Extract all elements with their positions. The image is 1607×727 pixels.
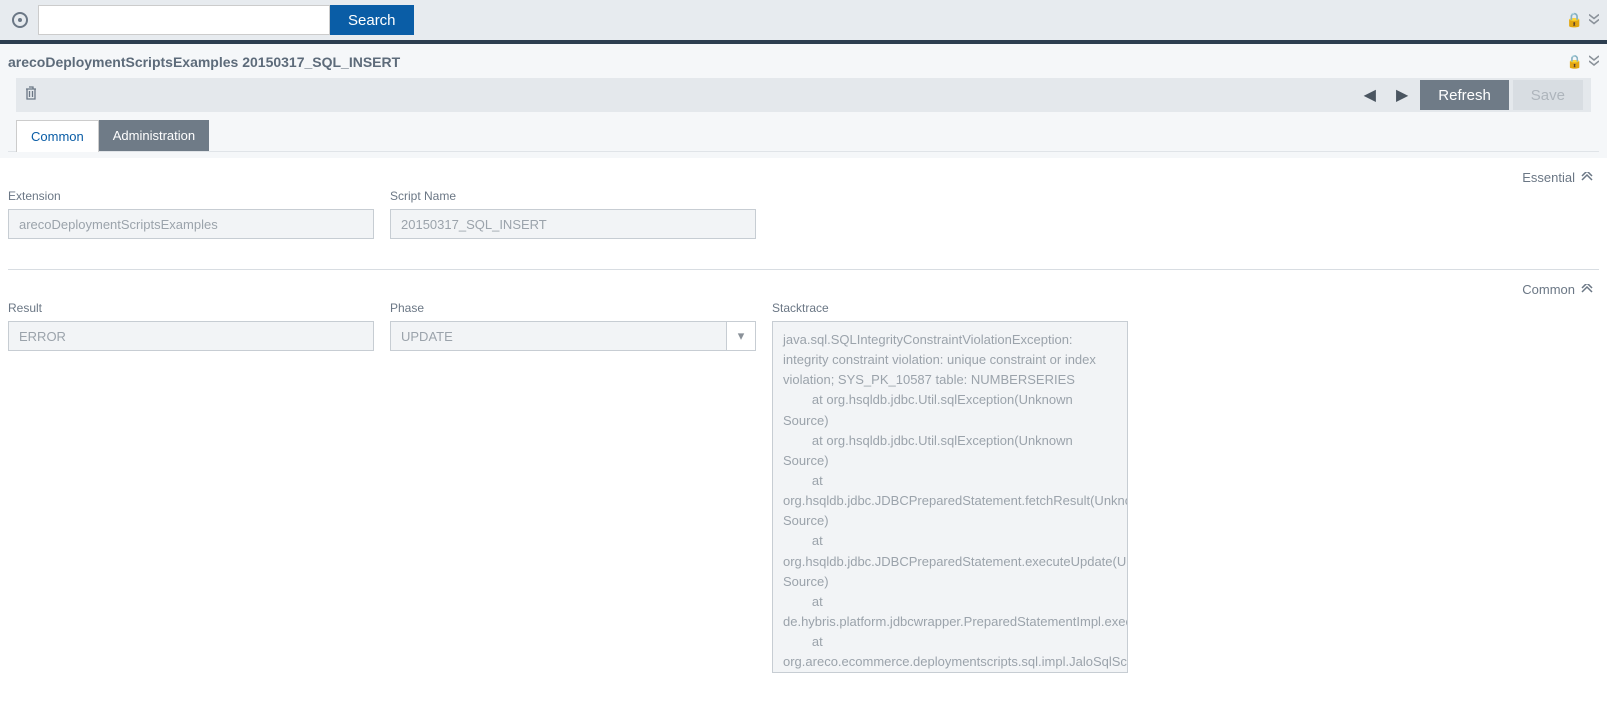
script-name-field[interactable] xyxy=(390,209,756,239)
stacktrace-field-group: Stacktrace java.sql.SQLIntegrityConstrai… xyxy=(772,301,1138,673)
phase-dropdown[interactable]: ▾ xyxy=(390,321,756,351)
phase-label: Phase xyxy=(390,301,756,315)
save-button: Save xyxy=(1513,80,1583,110)
extension-label: Extension xyxy=(8,189,374,203)
section-title-common: Common xyxy=(1522,282,1575,297)
divider xyxy=(8,269,1599,270)
toolbar-right: ◀ ▶ Refresh Save xyxy=(1356,80,1583,110)
section-header-common: Common xyxy=(8,282,1599,297)
extension-field[interactable] xyxy=(8,209,374,239)
section-header-essential: Essential xyxy=(8,170,1599,185)
essential-row: Extension Script Name xyxy=(8,189,1599,239)
collapse-icon[interactable] xyxy=(1581,170,1593,185)
tab-administration[interactable]: Administration xyxy=(99,120,209,151)
sub-header: arecoDeploymentScriptsExamples 20150317_… xyxy=(0,44,1607,158)
content: Essential Extension Script Name Common R… xyxy=(0,158,1607,685)
result-field[interactable] xyxy=(8,321,374,351)
toolbar: ◀ ▶ Refresh Save xyxy=(16,78,1591,112)
app-logo-icon[interactable] xyxy=(8,8,32,32)
trash-icon[interactable] xyxy=(24,85,38,106)
refresh-button[interactable]: Refresh xyxy=(1420,80,1509,110)
search-button[interactable]: Search xyxy=(330,5,414,35)
page-title: arecoDeploymentScriptsExamples 20150317_… xyxy=(8,54,1599,70)
toolbar-left xyxy=(24,85,38,106)
expand-icon[interactable] xyxy=(1589,54,1599,70)
script-name-field-group: Script Name xyxy=(390,189,756,239)
tabs: Common Administration xyxy=(8,120,1599,152)
section-title-essential: Essential xyxy=(1522,170,1575,185)
script-name-label: Script Name xyxy=(390,189,756,203)
stacktrace-field[interactable]: java.sql.SQLIntegrityConstraintViolation… xyxy=(772,321,1128,673)
phase-field-group: Phase ▾ xyxy=(390,301,756,673)
result-label: Result xyxy=(8,301,374,315)
common-row: Result Phase ▾ Stacktrace java.sql.SQLIn… xyxy=(8,301,1599,673)
extension-field-group: Extension xyxy=(8,189,374,239)
subheader-right-icons: 🔒 xyxy=(1567,54,1599,70)
chevron-down-icon[interactable]: ▾ xyxy=(726,321,756,351)
lock-icon[interactable]: 🔒 xyxy=(1566,12,1583,29)
tab-common[interactable]: Common xyxy=(16,120,99,152)
lock-icon[interactable]: 🔒 xyxy=(1567,54,1583,70)
search-input[interactable] xyxy=(38,5,330,35)
expand-icon[interactable] xyxy=(1589,12,1599,29)
topbar-right-icons: 🔒 xyxy=(1566,12,1599,29)
stacktrace-label: Stacktrace xyxy=(772,301,1138,315)
collapse-icon[interactable] xyxy=(1581,282,1593,297)
prev-icon[interactable]: ◀ xyxy=(1356,85,1384,105)
result-field-group: Result xyxy=(8,301,374,673)
next-icon[interactable]: ▶ xyxy=(1388,85,1416,105)
phase-field[interactable] xyxy=(390,321,726,351)
top-bar: Search 🔒 xyxy=(0,0,1607,44)
